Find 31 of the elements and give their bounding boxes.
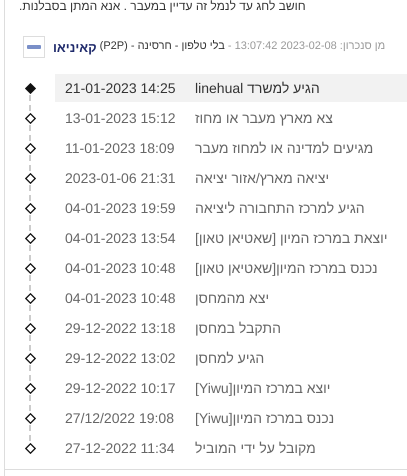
event-status: הגיע למשרד linehual	[195, 80, 320, 96]
event-status: יוצאת במרכז המיון [שאטיאן טאון]	[195, 230, 388, 246]
event-status: נכנס במרכז המיון[Yiwu]	[195, 410, 334, 426]
event-status: הגיע למרכז התחבורה ליציאה	[195, 200, 365, 216]
event-time: 11-01-2023 18:09	[65, 140, 176, 156]
sync-time-text: מן סנכרון: 2023-02-08 13:07:42 -	[228, 40, 386, 54]
shipment-details: בלי טלפון - חרסינה - (P2P)	[98, 40, 226, 54]
event-status: יוצא במרכז המיון[Yiwu]	[195, 380, 330, 396]
event-status: נכנס במרכז המיון[שאטיאן טאון]	[195, 260, 378, 276]
event-status: יצא מהמחסן	[195, 290, 270, 306]
event-time: 04-01-2023 10:48	[65, 260, 177, 276]
event-time: 13-01-2023 15:12	[65, 110, 177, 126]
event-time: 29-12-2022 13:02	[65, 350, 177, 366]
event-time: 04-01-2023 19:59	[65, 200, 177, 216]
event-time: 27/12/2022 19:08	[65, 410, 175, 426]
event-status: צא מארץ מעבר או מחוז	[195, 110, 333, 126]
event-time: 2023-01-06 21:31	[65, 170, 177, 186]
event-time: 29-12-2022 10:17	[65, 380, 177, 396]
event-status: התקבל במחסן	[195, 320, 281, 336]
logo-icon	[23, 36, 45, 58]
event-time: 27-12-2022 11:34	[65, 440, 176, 456]
event-time: 29-12-2022 13:18	[65, 320, 177, 336]
event-status: מקובל על ידי המוביל	[195, 440, 316, 456]
notice-text: חושב לחג עד לנמל זה עדיין במעבר . אנא המתן בסבלנות.	[18, 0, 307, 12]
event-status: הגיע למחסן	[195, 350, 264, 366]
event-time: 04-01-2023 10:48	[65, 290, 177, 306]
event-time: 04-01-2023 13:54	[65, 230, 177, 246]
event-status: מגיעים למדינה או למחוז מעבר	[195, 140, 374, 156]
event-status: יציאה מארץ/אזור יציאה	[195, 170, 330, 186]
carrier-name: קאיניאו	[53, 40, 97, 54]
event-time: 21-01-2023 14:25	[65, 80, 177, 96]
